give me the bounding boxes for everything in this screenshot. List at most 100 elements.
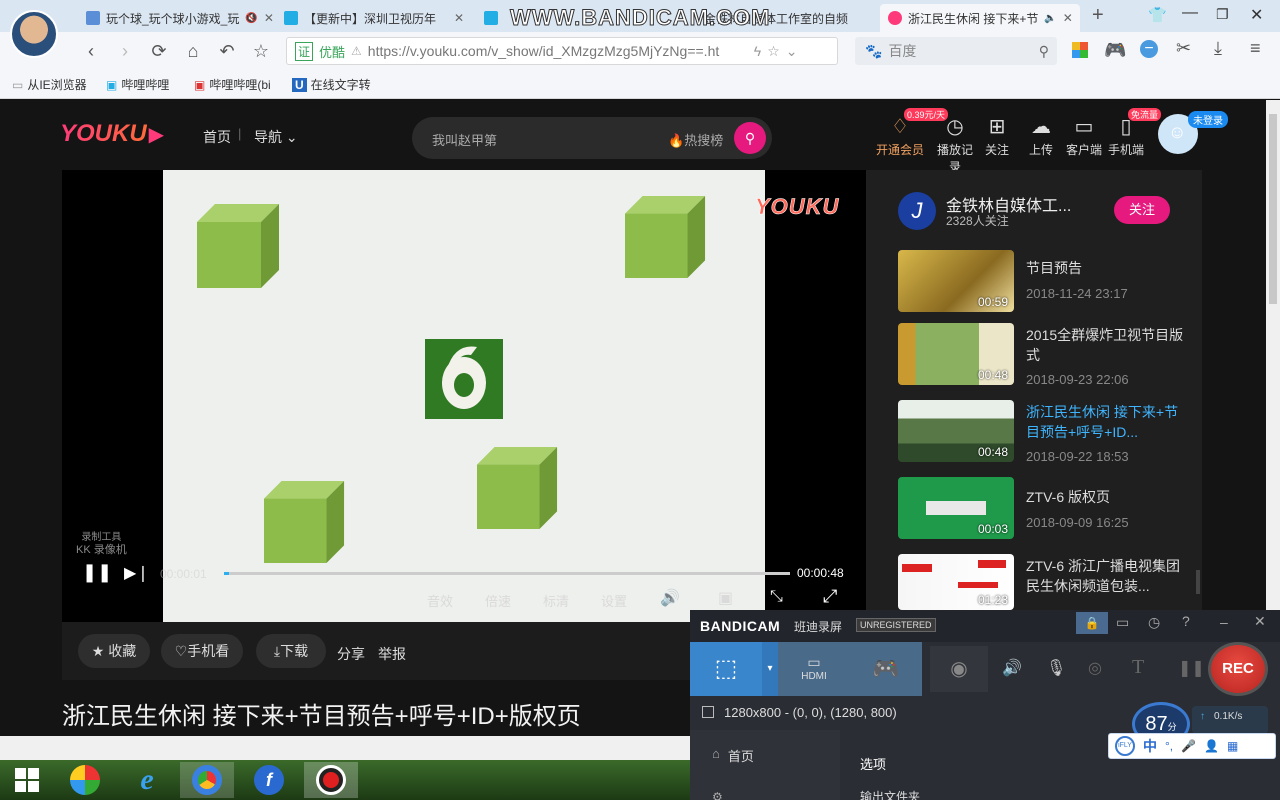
client-item[interactable]: ▭ 客户端 [1064, 114, 1104, 158]
menu-icon[interactable]: ≡ [1250, 38, 1261, 59]
follow-item[interactable]: ⊞ 关注 [977, 114, 1017, 158]
text-icon[interactable]: T [1132, 656, 1144, 679]
speaker-icon[interactable]: 🔈 [1044, 13, 1056, 24]
speaker-icon[interactable]: 🔊 [1002, 658, 1022, 678]
chevron-down-icon[interactable]: ⌄ [786, 43, 798, 60]
grid-icon[interactable]: ▦ [1227, 739, 1238, 753]
tab-1[interactable]: 玩个球_玩个球小游戏_玩 🔇 ✕ [78, 4, 274, 32]
settings-button[interactable]: 设置 [601, 591, 627, 610]
taskbar-app-browser[interactable] [180, 762, 234, 798]
related-item[interactable]: 00:03 ZTV-6 版权页 2018-09-09 16:25 [898, 477, 1188, 543]
refresh-button[interactable]: ⟳ [148, 40, 170, 62]
video-frame[interactable]: YOUKU [163, 170, 839, 622]
search-icon[interactable]: ⚲ [1039, 43, 1049, 60]
bookmark-text-tool[interactable]: U 在线文字转 [292, 76, 371, 93]
hdmi-mode-button[interactable]: ▭ HDMI [778, 642, 850, 696]
user-icon[interactable]: 👤 [1204, 739, 1219, 753]
address-bar[interactable]: 证 优酷 ⚠ https://v.youku.com/v_show/id_XMz… [286, 37, 838, 65]
search-button[interactable]: ⚲ [734, 122, 766, 154]
ime-mode[interactable]: 中 [1143, 736, 1157, 756]
fullscreen-icon[interactable]: ⤢ [823, 586, 837, 607]
download-button[interactable]: ⤓下载 [256, 634, 326, 668]
related-item[interactable]: 00:59 节目预告 2018-11-24 23:17 [898, 250, 1188, 316]
star-button[interactable]: ☆ [250, 40, 272, 62]
sound-effect-button[interactable]: 音效 [427, 591, 453, 610]
nav-guide[interactable]: 导航 ⌄ [254, 127, 298, 147]
taskbar-app-bandicam[interactable] [304, 762, 358, 798]
close-icon[interactable]: ✕ [454, 11, 464, 25]
taskbar-app-photos[interactable] [58, 762, 112, 798]
related-item-active[interactable]: 00:48 浙江民生休闲 接下来+节目预告+呼号+ID... 2018-09-2… [898, 400, 1188, 466]
punctuation-icon[interactable]: °, [1165, 739, 1173, 753]
bookmark-bilibili-1[interactable]: ▣ 哔哩哔哩 [106, 76, 169, 93]
home-button[interactable]: ⌂ [182, 40, 204, 62]
progress-bar[interactable] [224, 572, 790, 575]
share-link[interactable]: 分享 [337, 644, 365, 664]
rec-button[interactable]: REC [1208, 642, 1268, 696]
folder-icon[interactable]: ▭ [1116, 614, 1129, 631]
taskbar-app-ie[interactable]: e [120, 762, 174, 798]
lock-icon[interactable]: 🔒 [1076, 612, 1108, 634]
related-item[interactable]: 00:48 2015全群爆炸卫视节目版式 2018-09-23 22:06 [898, 323, 1188, 389]
menu-general[interactable]: ⚙ [712, 790, 752, 800]
undo-button[interactable]: ↶ [216, 40, 238, 62]
bandicam-close[interactable]: ✕ [1254, 613, 1266, 630]
restore-button[interactable]: ❐ [1216, 6, 1229, 23]
close-icon[interactable]: ✕ [1063, 11, 1073, 25]
help-icon[interactable]: ? [1182, 613, 1190, 629]
screen-mode-button[interactable]: ⬚ [690, 642, 762, 696]
pause-record-icon[interactable]: ❚❚ [1178, 658, 1205, 678]
favorite-button[interactable]: ★ 收藏 [78, 634, 150, 668]
expand-icon[interactable]: ⤡ [770, 588, 783, 606]
minimize-button[interactable]: — [1182, 4, 1198, 22]
mode-dropdown[interactable]: ▾ [762, 642, 778, 696]
url-text[interactable]: https://v.youku.com/v_show/id_XMzgzMzg5M… [368, 43, 748, 59]
mute-icon[interactable]: 🔇 [245, 13, 257, 24]
pip-icon[interactable]: ▣ [718, 588, 733, 608]
next-button[interactable]: ▶❘ [124, 563, 150, 583]
phone-watch-button[interactable]: ♡手机看 [161, 634, 243, 668]
taskbar-app-flash[interactable]: f [242, 762, 296, 798]
new-tab-button[interactable]: + [1092, 4, 1104, 27]
minus-circle-icon[interactable]: − [1140, 40, 1158, 58]
report-link[interactable]: 举报 [378, 644, 406, 664]
webcam-button[interactable]: ◉ [930, 646, 988, 692]
volume-icon[interactable]: 🔊 [660, 588, 680, 608]
mic-icon[interactable]: 🎙 [1046, 658, 1066, 678]
tab-2[interactable]: 【更新中】深圳卫视历年 ✕ [276, 4, 472, 32]
follow-button[interactable]: 关注 [1114, 196, 1170, 224]
close-icon[interactable]: ✕ [264, 11, 274, 25]
mic-icon[interactable]: 🎤 [1181, 739, 1196, 753]
phone-item[interactable]: ▯ 手机端 免流量 [1106, 108, 1162, 158]
bookmark-folder[interactable]: ▭ 从IE浏览器 [12, 76, 87, 93]
user-avatar[interactable] [10, 10, 58, 58]
menu-home[interactable]: ⌂ 首页 [712, 746, 754, 765]
login-badge[interactable]: 未登录 [1188, 111, 1228, 128]
page-scrollbar[interactable] [1266, 100, 1280, 610]
vip-item[interactable]: ♢ 开通会员 0.39元/天 [876, 108, 949, 158]
download-icon[interactable]: ⤓ [1214, 38, 1222, 59]
apps-icon[interactable] [1072, 42, 1088, 58]
clock-icon[interactable]: ◷ [1148, 614, 1160, 631]
tab-4-active[interactable]: 浙江民生休闲 接下来+节 🔈 ✕ [880, 4, 1080, 32]
game-mode-button[interactable]: 🎮 [850, 642, 922, 696]
back-button[interactable]: ‹ [80, 40, 102, 62]
ifly-logo-icon[interactable]: iFLY [1115, 736, 1135, 756]
game-icon[interactable]: 🎮 [1104, 40, 1126, 61]
history-item[interactable]: ◷ 播放记录 [932, 114, 978, 175]
sidebar-scrollbar[interactable] [1196, 570, 1200, 594]
lightning-icon[interactable]: ϟ [754, 43, 761, 59]
youku-search-box[interactable]: 我叫赵甲第 🔥热搜榜 ⚲ [412, 117, 772, 159]
scrollbar-thumb[interactable] [1269, 114, 1277, 304]
browser-search-box[interactable]: 🐾 百度 ⚲ [855, 37, 1057, 65]
start-button[interactable] [0, 762, 54, 798]
channel-avatar[interactable]: J [898, 192, 936, 230]
forward-button[interactable]: › [114, 40, 136, 62]
close-window-button[interactable]: ✕ [1250, 5, 1263, 25]
quality-button[interactable]: 标清 [543, 591, 569, 610]
youku-logo[interactable]: YOUKU ▶ [60, 120, 164, 148]
pause-button[interactable]: ❚❚ [82, 562, 112, 583]
upload-item[interactable]: ☁ 上传 [1021, 114, 1061, 158]
area-checkbox[interactable] [702, 706, 714, 718]
shirt-icon[interactable]: 👕 [1148, 6, 1167, 24]
